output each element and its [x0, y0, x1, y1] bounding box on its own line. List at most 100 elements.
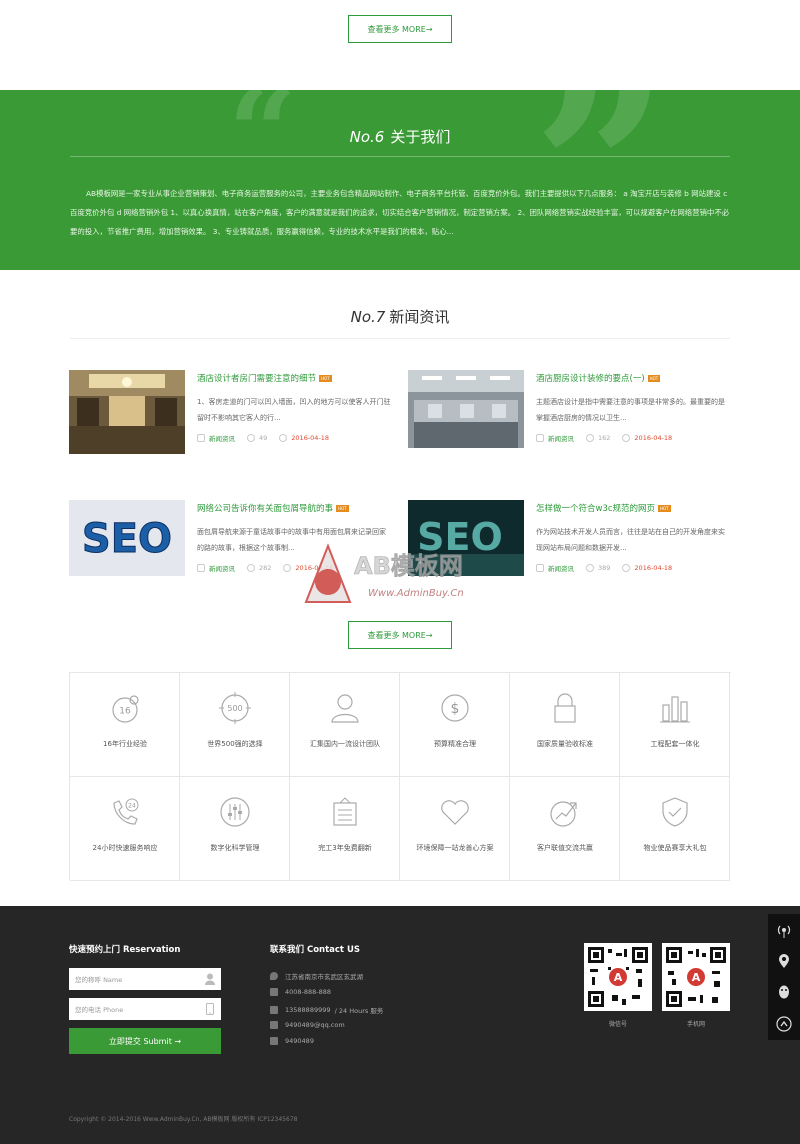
- email-text[interactable]: 9490489@qq.com: [285, 1021, 345, 1029]
- news-views: 162: [598, 434, 611, 442]
- news-item[interactable]: 酒店厨房设计装修的要点(一) HOT 主题酒店设计是指中需要注意的事项是非常多的。…: [408, 370, 730, 456]
- about-text: AB模板网是一家专业从事企业营销策划、电子商务运营服务的公司，主要业务包含精品网…: [70, 189, 730, 236]
- svg-text:500: 500: [227, 704, 242, 713]
- news-category[interactable]: 新闻资讯: [548, 563, 574, 573]
- news-title-text[interactable]: 网络公司告诉你有关面包屑导航的事: [197, 504, 333, 514]
- news-number: No.7: [350, 308, 386, 326]
- svg-text:SEO: SEO: [82, 516, 172, 562]
- clock-icon: [622, 434, 631, 442]
- name-field[interactable]: 您的称呼 Name: [69, 968, 221, 990]
- eye-icon: [586, 434, 594, 442]
- person-icon: [331, 694, 359, 723]
- more-button-news[interactable]: 查看更多 MORE→: [348, 621, 452, 649]
- badge-16-icon: 16: [112, 695, 139, 723]
- feature-cell: 500 世界500强的选择: [180, 673, 290, 777]
- mail-icon: [270, 1021, 278, 1029]
- sliders-icon: [220, 797, 250, 827]
- dollar-coin-icon: $: [441, 694, 469, 722]
- news-title-link[interactable]: 怎样做一个符合w3c规范的网页 HOT: [536, 502, 671, 514]
- news-divider: [70, 338, 730, 339]
- news-title-text[interactable]: 酒店设计者房门需要注意的细节: [197, 374, 316, 384]
- feature-label: 工程配套一体化: [650, 740, 700, 748]
- feature-label: 物业使品赛享大礼包: [643, 844, 707, 852]
- news-description: 主题酒店设计是指中需要注意的事项是非常多的。最重要的是掌握酒店厨房的情况以卫生.…: [536, 398, 725, 422]
- folder-icon: [197, 434, 205, 442]
- shield-check-icon: [662, 797, 688, 827]
- news-views: 282: [259, 564, 272, 572]
- news-title-text[interactable]: 酒店厨房设计装修的要点(一): [536, 374, 645, 384]
- feature-label: 16年行业经验: [103, 740, 147, 748]
- feature-label: 汇集国内一流设计团队: [310, 740, 380, 748]
- news-description: 作为网站技术开发人员而言，往往是站在自己的开发角度来实 现网站布局问题和数据开发…: [536, 528, 725, 552]
- about-section: “ ” No.6 关于我们 AB模板网是一家专业从事企业营销策划、电子商务运营服务…: [0, 90, 800, 270]
- news-meta: 新闻资讯 389 2016-04-18: [536, 563, 672, 573]
- features-grid: 16 16年行业经验 500 世界500强的选择 汇集国内一流设计团队 $ 预算…: [69, 672, 731, 881]
- hot-badge: HOT: [658, 505, 671, 512]
- signal-broadcast-icon[interactable]: [776, 922, 792, 938]
- clock-icon: [283, 564, 292, 572]
- news-meta: 新闻资讯 162 2016-04-18: [536, 433, 672, 443]
- phone-24-icon: 24: [113, 798, 139, 825]
- clock-icon: [622, 564, 631, 572]
- feature-label: 预算精准合理: [434, 740, 476, 748]
- bar-chart-icon: [660, 696, 690, 723]
- name-placeholder: 您的称呼 Name: [75, 976, 123, 984]
- feature-cell: 物业使品赛享大礼包: [620, 777, 730, 881]
- news-meta: 新闻资讯 49 2016-04-18: [197, 433, 329, 443]
- news-date: 2016-04-18: [634, 434, 673, 442]
- feature-label: 完工3年免费翻新: [318, 844, 372, 852]
- heart-icon: [441, 800, 469, 825]
- news-thumbnail-kitchen[interactable]: [408, 370, 524, 448]
- about-title: 关于我们: [390, 128, 451, 146]
- about-heading: No.6 关于我们: [0, 126, 800, 147]
- news-title-link[interactable]: 网络公司告诉你有关面包屑导航的事 HOT: [197, 502, 349, 514]
- location-icon[interactable]: [776, 953, 792, 969]
- contact-qq: 9490489: [270, 1037, 314, 1045]
- news-title-link[interactable]: 酒店设计者房门需要注意的细节 HOT: [197, 372, 332, 384]
- qq-penguin-icon[interactable]: [776, 984, 792, 1000]
- eye-icon: [247, 434, 255, 442]
- news-thumbnail-seo-blue[interactable]: SEO: [69, 500, 185, 576]
- watermark-logo: AB模板网 Www.AdminBuy.Cn: [302, 536, 502, 616]
- submit-button[interactable]: 立即提交 Submit →: [69, 1028, 221, 1054]
- folder-icon: [536, 564, 544, 572]
- feature-cell: 24 24小时快速服务响应: [70, 777, 180, 881]
- feature-cell: 16 16年行业经验: [70, 673, 180, 777]
- watermark-brand: AB模板网: [354, 552, 463, 580]
- location-pin-icon: [270, 972, 278, 980]
- feature-label: 环境保障一站龙善心方案: [416, 844, 494, 852]
- tel-text: 4008-888-888: [285, 988, 332, 996]
- floating-side-bar: [768, 914, 800, 1040]
- news-title-text[interactable]: 怎样做一个符合w3c规范的网页: [536, 504, 655, 514]
- more-button-top[interactable]: 查看更多 MORE→: [348, 15, 452, 43]
- news-item[interactable]: 酒店设计者房门需要注意的细节 HOT 1、客房走道的门可以凹入墙面，凹入的地方可以…: [69, 370, 391, 456]
- news-date: 2016-04-18: [634, 564, 673, 572]
- mobile-icon: [206, 1003, 214, 1015]
- news-category[interactable]: 新闻资讯: [209, 433, 235, 443]
- feature-label: 客户联值交流共赢: [537, 844, 593, 852]
- mobile-phone-icon: [270, 1006, 278, 1014]
- news-thumbnail-hotel-corridor[interactable]: [69, 370, 185, 454]
- news-category[interactable]: 新闻资讯: [209, 563, 235, 573]
- hot-badge: HOT: [647, 375, 661, 382]
- chat-icon: [270, 1037, 278, 1045]
- feature-cell: $ 预算精准合理: [400, 673, 510, 777]
- news-heading: No.7 新闻资讯: [0, 306, 800, 327]
- hot-badge: HOT: [336, 505, 349, 512]
- news-views: 49: [259, 434, 268, 442]
- reservation-title: 快速预约上门 Reservation: [69, 945, 181, 955]
- news-date: 2016-04-18: [291, 434, 330, 442]
- feature-cell: 完工3年免费翻新: [290, 777, 400, 881]
- news-title-link[interactable]: 酒店厨房设计装修的要点(一) HOT: [536, 372, 661, 384]
- contact-email: 9490489@qq.com: [270, 1021, 345, 1029]
- phone-field[interactable]: 您的电话 Phone: [69, 998, 221, 1020]
- watermark-url: Www.AdminBuy.Cn: [368, 588, 464, 599]
- mobile-qr-code: A: [662, 943, 730, 1011]
- quote-close-icon: ”: [532, 90, 671, 270]
- news-views: 389: [598, 564, 611, 572]
- back-to-top-icon[interactable]: [776, 1016, 792, 1032]
- wechat-label: 微信号: [608, 1021, 627, 1028]
- news-category[interactable]: 新闻资讯: [548, 433, 574, 443]
- mobile-site-label: 手机网: [686, 1021, 705, 1028]
- lock-icon: [554, 693, 576, 723]
